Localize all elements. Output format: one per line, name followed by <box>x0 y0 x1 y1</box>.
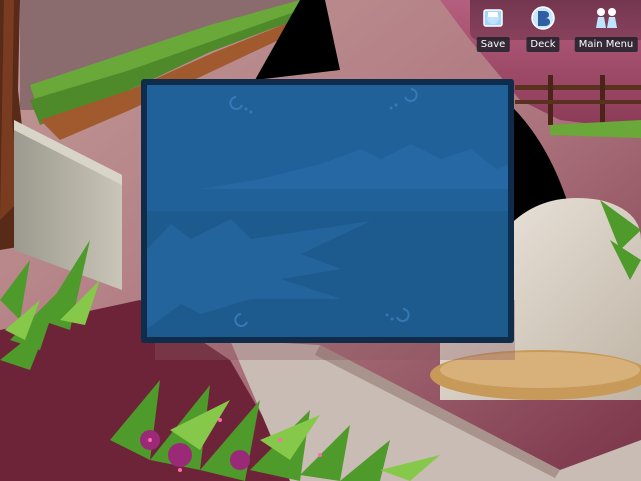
deck-icon <box>531 6 555 30</box>
dialog-panel <box>141 79 514 343</box>
game-scene: Save Deck Main Menu <box>0 0 641 481</box>
main-menu-icon <box>596 8 617 28</box>
deck-label: Deck <box>526 37 560 52</box>
main-menu-label: Main Menu <box>574 37 638 52</box>
deck-button[interactable]: Deck <box>512 0 574 54</box>
main-menu-button[interactable]: Main Menu <box>574 0 638 54</box>
save-icon <box>483 9 503 27</box>
save-label: Save <box>476 37 510 52</box>
top-menu: Save Deck Main Menu <box>462 0 641 54</box>
